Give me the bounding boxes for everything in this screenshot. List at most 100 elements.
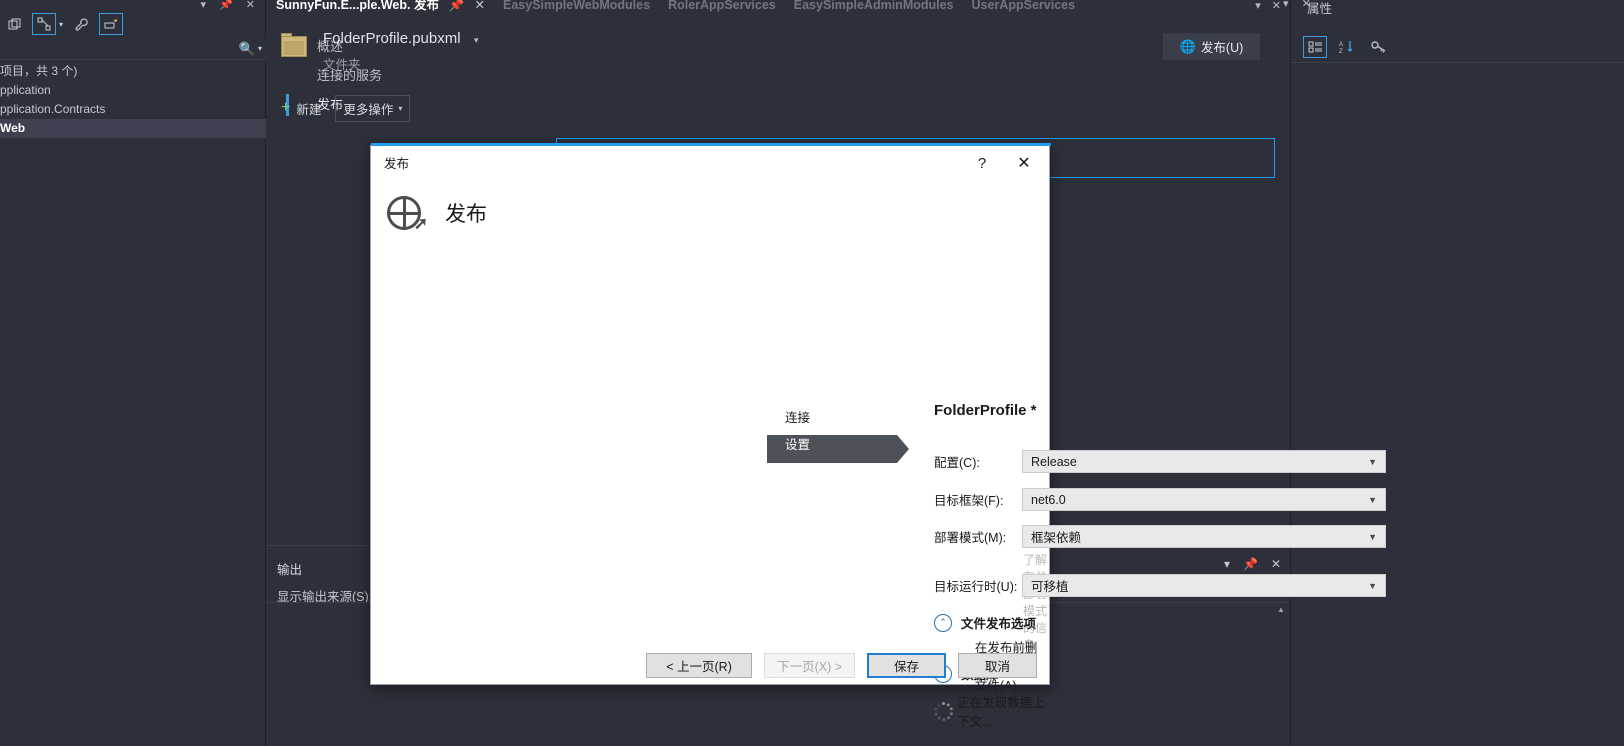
output-panel-title: 输出 (277, 563, 303, 577)
field-label: 目标框架(F): (934, 494, 1004, 508)
status-text: 正在发现数据上下文... (957, 696, 1045, 729)
properties-panel: ▾ ✕ 属性 AZ (1283, 0, 1624, 746)
folder-icon (281, 33, 307, 57)
solution-view-icon[interactable] (32, 13, 56, 35)
tree-item[interactable]: pplication (0, 81, 266, 100)
dialog-header: ➚ 发布 (371, 182, 1051, 244)
tab-easysimpleadminmodules[interactable]: EasySimpleAdminModules (785, 0, 963, 13)
properties-wrench-icon[interactable] (69, 13, 93, 35)
tab-publish[interactable]: SunnyFun.E...ple.Web. 发布 📌 ✕ (267, 0, 495, 13)
section-file-publish-options[interactable]: ⌃ 文件发布选项 (934, 613, 1036, 632)
properties-panel-title: 属性 (1307, 2, 1333, 16)
select-value: 可移植 (1031, 580, 1069, 594)
publish-button[interactable]: 🌐 发布(U) (1163, 33, 1260, 60)
globe-publish-icon: ➚ (387, 196, 428, 232)
profile-chevron-down-icon[interactable]: ▾ (474, 35, 479, 45)
dialog-title: 发布 (384, 157, 410, 171)
chevron-down-icon: ▼ (1368, 494, 1377, 505)
field-label: 目标运行时(U): (934, 580, 1018, 594)
search-icon: 🔍 (238, 40, 255, 56)
scroll-up-icon[interactable]: ▲ (1275, 604, 1287, 616)
solution-view-chevron-down-icon[interactable]: ▾ (59, 20, 63, 29)
output-scrollbar[interactable]: ▲ (1275, 604, 1287, 746)
close-icon[interactable]: ✕ (1271, 557, 1281, 571)
publish-globe-icon: 🌐 (1179, 38, 1196, 54)
field-label: 配置(C): (934, 456, 980, 470)
app-window: ▾ 📌 ✕ ▾ 🔍 ▾ 项目，共 3 个) pplication pplicat (0, 0, 1624, 746)
chevron-down-icon: ▼ (1368, 531, 1377, 542)
help-icon[interactable]: ? (969, 150, 995, 176)
publish-dialog: 发布 ? ✕ ➚ 发布 连接 设置 FolderProfile * 配置(C):… (370, 143, 1386, 729)
tab-rolerappservices[interactable]: RolerAppServices (659, 0, 785, 13)
preview-selected-items-icon[interactable] (99, 13, 124, 35)
new-button-label: 新建 (296, 102, 322, 117)
properties-grid[interactable] (1291, 62, 1624, 746)
tabstrip-overflow-buttons[interactable]: ▾ ✕ (1255, 0, 1285, 12)
field-target-runtime: 目标运行时(U): 可移植 ▼ (934, 574, 1386, 597)
tree-item[interactable]: pplication.Contracts (0, 100, 266, 119)
more-actions-button[interactable]: 更多操作 ▾ (335, 94, 411, 122)
tab-easysimplewebmodules[interactable]: EasySimpleWebModules (494, 0, 659, 13)
properties-toolbar: AZ (1303, 34, 1391, 60)
next-button: 下一页(X) > (764, 652, 855, 678)
pin-icon[interactable]: 📌 (448, 0, 464, 12)
collapse-all-icon[interactable] (2, 13, 26, 35)
editor-tabstrip: SunnyFun.E...ple.Web. 发布 📌 ✕ EasySimpleW… (267, 0, 1289, 13)
solution-explorer-toolbar: ▾ (0, 10, 266, 38)
svg-text:A: A (1339, 42, 1343, 48)
tab-label: SunnyFun.E...ple.Web. 发布 (276, 0, 439, 12)
solution-explorer-tree: 项目，共 3 个) pplication pplication.Contract… (0, 62, 266, 138)
tab-userappservices[interactable]: UserAppServices (963, 0, 1085, 13)
close-icon[interactable]: ✕ (1009, 150, 1039, 176)
dialog-header-title: 发布 (445, 203, 487, 226)
select-value: 框架依赖 (1031, 531, 1082, 545)
categorized-icon[interactable] (1303, 36, 1327, 58)
previous-button[interactable]: < 上一页(R) (646, 652, 753, 678)
deployment-mode-select[interactable]: 框架依赖 ▼ (1022, 525, 1386, 548)
dialog-nav: 连接 设置 (767, 405, 897, 459)
plus-icon: + (281, 99, 291, 116)
select-value: Release (1031, 454, 1077, 469)
search-chevron-down-icon[interactable]: ▾ (258, 44, 262, 53)
tree-item[interactable]: 项目，共 3 个) (0, 62, 266, 81)
profile-subtitle: 文件夹 (323, 58, 361, 72)
dialog-nav-settings[interactable]: 设置 (767, 432, 897, 459)
field-target-framework: 目标框架(F): net6.0 ▼ (934, 488, 1386, 511)
chevron-down-icon[interactable]: ▾ (1224, 557, 1230, 571)
chevron-down-icon: ▾ (398, 103, 403, 113)
select-value: net6.0 (1031, 492, 1066, 507)
configuration-select[interactable]: Release ▼ (1022, 450, 1386, 473)
publish-button-label: 发布(U) (1200, 41, 1244, 55)
cancel-button[interactable]: 取消 (958, 652, 1037, 678)
more-button-label: 更多操作 (343, 102, 394, 117)
target-runtime-select[interactable]: 可移植 ▼ (1022, 574, 1386, 597)
publish-profile-header: FolderProfile.pubxml ▾ 文件夹 (281, 26, 1011, 90)
target-framework-select[interactable]: net6.0 ▼ (1022, 488, 1386, 511)
field-label: 部署模式(M): (934, 531, 1007, 545)
tree-item-selected[interactable]: Web (0, 119, 266, 138)
section-label: 文件发布选项 (961, 617, 1037, 631)
dialog-nav-active-arrow (897, 435, 909, 463)
solution-explorer-panel: ▾ 📌 ✕ ▾ 🔍 ▾ 项目，共 3 个) pplication pplicat (0, 0, 266, 746)
new-profile-button[interactable]: + 新建 (281, 99, 321, 118)
pin-icon[interactable]: 📌 (1243, 557, 1258, 571)
property-pages-key-icon[interactable] (1367, 36, 1391, 58)
loading-spinner-icon (934, 701, 954, 721)
svg-text:Z: Z (1339, 49, 1343, 54)
field-deployment-mode: 部署模式(M): 框架依赖 ▼ (934, 525, 1386, 548)
chevron-down-icon: ▼ (1368, 580, 1377, 591)
database-discovery-status: 正在发现数据上下文... (934, 692, 1049, 730)
dialog-button-row: < 上一页(R) 下一页(X) > 保存 取消 (371, 644, 1051, 686)
publish-profile-toolbar: + 新建 更多操作 ▾ (281, 94, 411, 122)
chevron-up-icon: ⌃ (934, 613, 952, 632)
save-button[interactable]: 保存 (867, 652, 946, 678)
sort-alphabetical-icon[interactable]: AZ (1335, 36, 1359, 58)
output-window-buttons[interactable]: ▾ 📌 ✕ (1224, 557, 1281, 571)
solution-explorer-search-box[interactable]: 🔍 ▾ (0, 38, 266, 60)
close-icon[interactable]: ✕ (475, 0, 485, 12)
field-configuration: 配置(C): Release ▼ (934, 450, 1386, 473)
profile-name: FolderProfile.pubxml (323, 30, 461, 47)
profile-form-title: FolderProfile * (934, 402, 1037, 419)
dialog-nav-connection[interactable]: 连接 (767, 405, 897, 432)
chevron-down-icon: ▼ (1368, 456, 1377, 467)
